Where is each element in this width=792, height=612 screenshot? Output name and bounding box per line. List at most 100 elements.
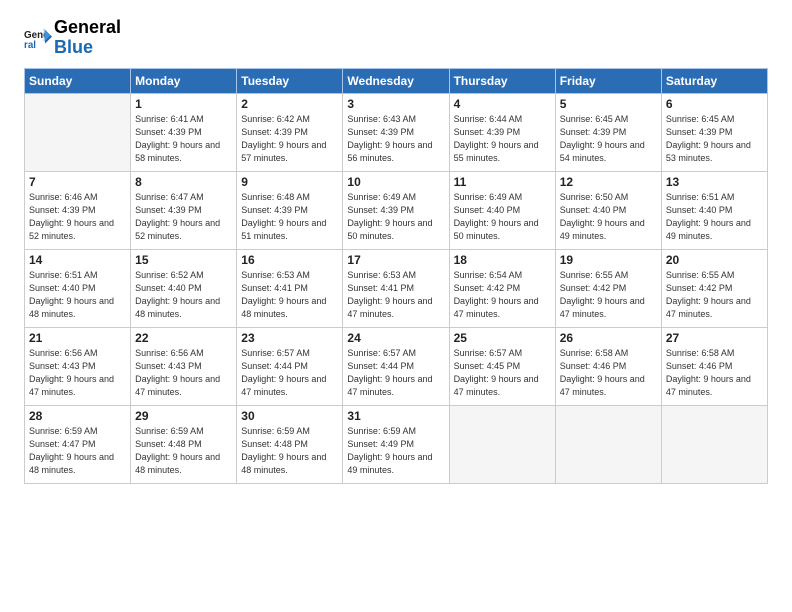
col-header-wednesday: Wednesday	[343, 68, 449, 93]
day-cell: 25 Sunrise: 6:57 AMSunset: 4:45 PMDayligh…	[449, 327, 555, 405]
day-number: 12	[560, 175, 657, 189]
day-info: Sunrise: 6:54 AMSunset: 4:42 PMDaylight:…	[454, 269, 551, 321]
day-number: 31	[347, 409, 444, 423]
day-cell: 10Sunrise: 6:49 AMSunset: 4:39 PMDayligh…	[343, 171, 449, 249]
day-number: 23	[241, 331, 338, 345]
day-info: Sunrise: 6:43 AMSunset: 4:39 PMDaylight:…	[347, 113, 444, 165]
day-number: 15	[135, 253, 232, 267]
day-info: Sunrise: 6:45 AMSunset: 4:39 PMDaylight:…	[560, 113, 657, 165]
day-info: Sunrise: 6:49 AMSunset: 4:40 PMDaylight:…	[454, 191, 551, 243]
day-info: Sunrise: 6:45 AMSunset: 4:39 PMDaylight:…	[666, 113, 763, 165]
day-cell: 24 Sunrise: 6:57 AMSunset: 4:44 PMDayligh…	[343, 327, 449, 405]
day-number: 13	[666, 175, 763, 189]
day-cell: 29 Sunrise: 6:59 AMSunset: 4:48 PMDayligh…	[131, 405, 237, 483]
day-info: Sunrise: 6:41 AMSunset: 4:39 PMDaylight:…	[135, 113, 232, 165]
day-info: Sunrise: 6:48 AMSunset: 4:39 PMDaylight:…	[241, 191, 338, 243]
week-row-5: 28Sunrise: 6:59 AMSunset: 4:47 PMDayligh…	[25, 405, 768, 483]
day-number: 24	[347, 331, 444, 345]
day-cell: 1 Sunrise: 6:41 AMSunset: 4:39 PMDaylight…	[131, 93, 237, 171]
svg-text:ral: ral	[24, 40, 36, 51]
col-header-sunday: Sunday	[25, 68, 131, 93]
day-number: 26	[560, 331, 657, 345]
header: Gene ral General Blue	[24, 18, 768, 58]
logo-general: General	[54, 17, 121, 37]
day-cell: 20 Sunrise: 6:55 AMSunset: 4:42 PMDayligh…	[661, 249, 767, 327]
day-cell: 27 Sunrise: 6:58 AMSunset: 4:46 PMDayligh…	[661, 327, 767, 405]
day-number: 25	[454, 331, 551, 345]
day-number: 4	[454, 97, 551, 111]
day-info: Sunrise: 6:53 AMSunset: 4:41 PMDaylight:…	[241, 269, 338, 321]
day-cell: 18Sunrise: 6:54 AMSunset: 4:42 PMDayligh…	[449, 249, 555, 327]
day-info: Sunrise: 6:55 AMSunset: 4:42 PMDaylight:…	[560, 269, 657, 321]
day-cell: 13 Sunrise: 6:51 AMSunset: 4:40 PMDayligh…	[661, 171, 767, 249]
day-info: Sunrise: 6:59 AMSunset: 4:49 PMDaylight:…	[347, 425, 444, 477]
day-info: Sunrise: 6:50 AMSunset: 4:40 PMDaylight:…	[560, 191, 657, 243]
day-info: Sunrise: 6:57 AMSunset: 4:44 PMDaylight:…	[241, 347, 338, 399]
week-row-3: 14Sunrise: 6:51 AMSunset: 4:40 PMDayligh…	[25, 249, 768, 327]
calendar-table: SundayMondayTuesdayWednesdayThursdayFrid…	[24, 68, 768, 484]
day-info: Sunrise: 6:57 AMSunset: 4:45 PMDaylight:…	[454, 347, 551, 399]
day-cell: 23 Sunrise: 6:57 AMSunset: 4:44 PMDayligh…	[237, 327, 343, 405]
day-number: 30	[241, 409, 338, 423]
day-info: Sunrise: 6:58 AMSunset: 4:46 PMDaylight:…	[560, 347, 657, 399]
day-info: Sunrise: 6:57 AMSunset: 4:44 PMDaylight:…	[347, 347, 444, 399]
col-header-thursday: Thursday	[449, 68, 555, 93]
day-cell: 5 Sunrise: 6:45 AMSunset: 4:39 PMDaylight…	[555, 93, 661, 171]
logo-blue: Blue	[54, 37, 93, 57]
day-info: Sunrise: 6:59 AMSunset: 4:48 PMDaylight:…	[135, 425, 232, 477]
day-number: 20	[666, 253, 763, 267]
day-info: Sunrise: 6:55 AMSunset: 4:42 PMDaylight:…	[666, 269, 763, 321]
day-cell: 9 Sunrise: 6:48 AMSunset: 4:39 PMDaylight…	[237, 171, 343, 249]
day-number: 14	[29, 253, 126, 267]
week-row-1: 1 Sunrise: 6:41 AMSunset: 4:39 PMDaylight…	[25, 93, 768, 171]
day-number: 27	[666, 331, 763, 345]
day-cell: 26 Sunrise: 6:58 AMSunset: 4:46 PMDayligh…	[555, 327, 661, 405]
day-number: 21	[29, 331, 126, 345]
day-number: 7	[29, 175, 126, 189]
day-cell: 6 Sunrise: 6:45 AMSunset: 4:39 PMDaylight…	[661, 93, 767, 171]
day-cell: 16 Sunrise: 6:53 AMSunset: 4:41 PMDayligh…	[237, 249, 343, 327]
day-cell: 4Sunrise: 6:44 AMSunset: 4:39 PMDaylight…	[449, 93, 555, 171]
day-cell: 21 Sunrise: 6:56 AMSunset: 4:43 PMDayligh…	[25, 327, 131, 405]
day-number: 16	[241, 253, 338, 267]
day-cell	[555, 405, 661, 483]
day-info: Sunrise: 6:59 AMSunset: 4:48 PMDaylight:…	[241, 425, 338, 477]
day-cell: 11Sunrise: 6:49 AMSunset: 4:40 PMDayligh…	[449, 171, 555, 249]
day-number: 9	[241, 175, 338, 189]
day-info: Sunrise: 6:56 AMSunset: 4:43 PMDaylight:…	[29, 347, 126, 399]
page: Gene ral General Blue SundayMondayTuesda…	[0, 0, 792, 612]
day-info: Sunrise: 6:42 AMSunset: 4:39 PMDaylight:…	[241, 113, 338, 165]
day-info: Sunrise: 6:49 AMSunset: 4:39 PMDaylight:…	[347, 191, 444, 243]
day-number: 1	[135, 97, 232, 111]
day-cell: 3 Sunrise: 6:43 AMSunset: 4:39 PMDaylight…	[343, 93, 449, 171]
day-cell: 15 Sunrise: 6:52 AMSunset: 4:40 PMDayligh…	[131, 249, 237, 327]
day-number: 17	[347, 253, 444, 267]
day-number: 6	[666, 97, 763, 111]
day-cell: 31 Sunrise: 6:59 AMSunset: 4:49 PMDayligh…	[343, 405, 449, 483]
day-cell: 2 Sunrise: 6:42 AMSunset: 4:39 PMDaylight…	[237, 93, 343, 171]
day-info: Sunrise: 6:59 AMSunset: 4:47 PMDaylight:…	[29, 425, 126, 477]
day-number: 22	[135, 331, 232, 345]
col-header-monday: Monday	[131, 68, 237, 93]
day-number: 2	[241, 97, 338, 111]
day-number: 3	[347, 97, 444, 111]
day-info: Sunrise: 6:52 AMSunset: 4:40 PMDaylight:…	[135, 269, 232, 321]
day-cell	[25, 93, 131, 171]
day-number: 19	[560, 253, 657, 267]
day-cell: 28Sunrise: 6:59 AMSunset: 4:47 PMDayligh…	[25, 405, 131, 483]
day-number: 8	[135, 175, 232, 189]
day-cell: 19 Sunrise: 6:55 AMSunset: 4:42 PMDayligh…	[555, 249, 661, 327]
general-blue-icon: Gene ral	[24, 24, 52, 52]
logo: Gene ral General Blue	[24, 18, 121, 58]
day-info: Sunrise: 6:51 AMSunset: 4:40 PMDaylight:…	[666, 191, 763, 243]
day-info: Sunrise: 6:53 AMSunset: 4:41 PMDaylight:…	[347, 269, 444, 321]
day-info: Sunrise: 6:47 AMSunset: 4:39 PMDaylight:…	[135, 191, 232, 243]
day-info: Sunrise: 6:58 AMSunset: 4:46 PMDaylight:…	[666, 347, 763, 399]
col-header-tuesday: Tuesday	[237, 68, 343, 93]
day-number: 5	[560, 97, 657, 111]
logo-text: General Blue	[54, 18, 121, 58]
day-cell: 22Sunrise: 6:56 AMSunset: 4:43 PMDayligh…	[131, 327, 237, 405]
day-number: 29	[135, 409, 232, 423]
col-header-saturday: Saturday	[661, 68, 767, 93]
day-cell: 17 Sunrise: 6:53 AMSunset: 4:41 PMDayligh…	[343, 249, 449, 327]
